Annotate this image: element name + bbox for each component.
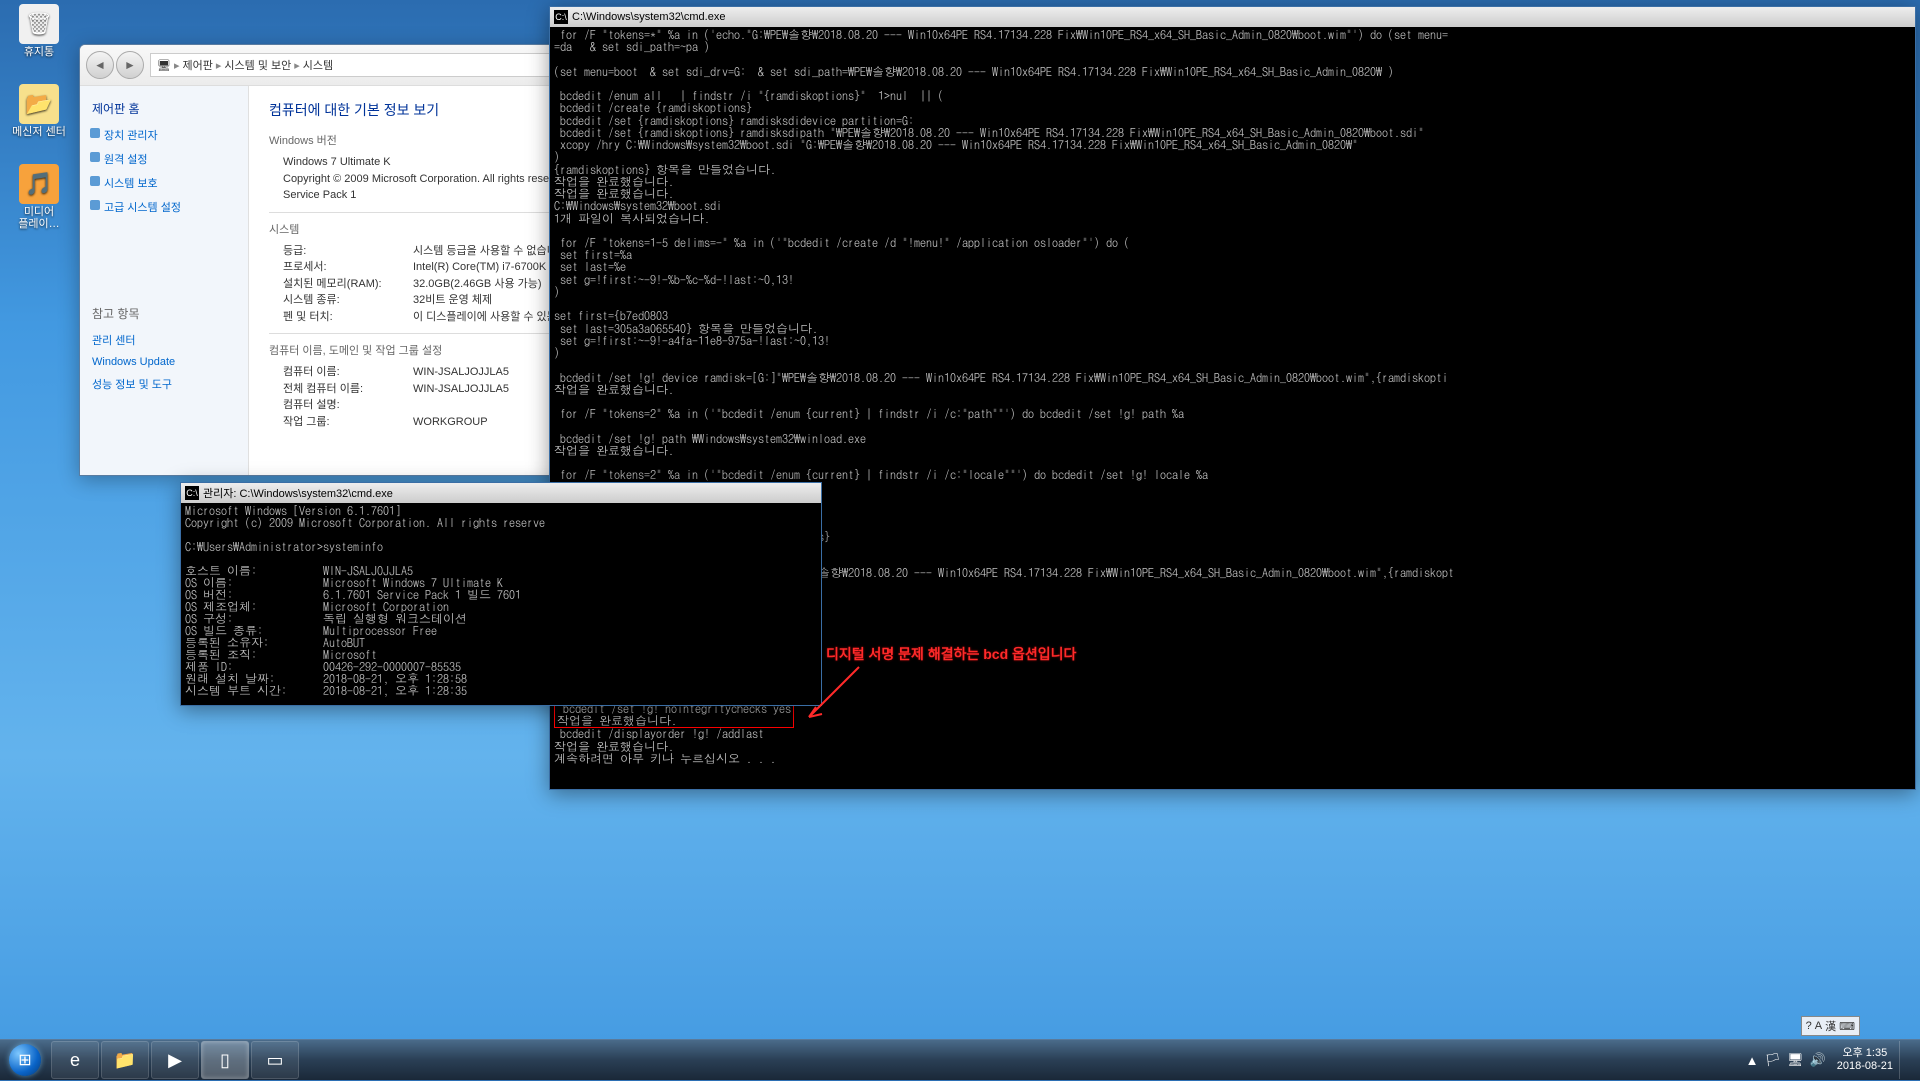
tray-show-hidden[interactable]: ▲ <box>1746 1053 1759 1068</box>
row-value: WIN-JSALJOJJLA5 <box>413 381 509 398</box>
sidebar-title: 제어판 홈 <box>84 94 244 123</box>
row-key: 컴퓨터 설명: <box>283 397 413 414</box>
row-key: 컴퓨터 이름: <box>283 364 413 381</box>
taskbar: ⊞ e📁▶▯▭ ▲ 🏳 🖥 🔊 오후 1:35 2018-08-21 <box>0 1039 1920 1080</box>
recycle-bin-icon: 🗑 <box>19 4 59 44</box>
seealso-title: 참고 항목 <box>84 299 244 328</box>
row-value: WORKGROUP <box>413 414 488 431</box>
clock-time: 오후 1:35 <box>1837 1047 1893 1060</box>
cmd-title-text: C:\Windows\system32\cmd.exe <box>572 11 725 23</box>
icon-label: 미디어 플레이… <box>18 206 59 230</box>
sidebar-link-protection[interactable]: 시스템 보호 <box>84 171 244 195</box>
ime-mode-a[interactable]: A <box>1815 1020 1822 1032</box>
seealso-action-center[interactable]: 관리 센터 <box>84 328 244 352</box>
desktop-icon-media-player[interactable]: 🎵 미디어 플레이… <box>4 164 74 240</box>
cmd-icon: C:\ <box>554 10 568 24</box>
breadcrumb-1[interactable]: 제어판 <box>183 57 213 73</box>
row-value: 32비트 운영 체제 <box>413 292 492 309</box>
show-desktop-button[interactable] <box>1899 1041 1914 1079</box>
nav-forward-button[interactable]: ► <box>116 51 144 79</box>
system-tray: ▲ 🏳 🖥 🔊 오후 1:35 2018-08-21 <box>1737 1041 1920 1079</box>
cmd-icon: C:\ <box>185 486 199 500</box>
row-key: 설치된 메모리(RAM): <box>283 276 413 293</box>
breadcrumb-icon: 🖥 <box>157 59 171 72</box>
nav-back-button[interactable]: ◄ <box>86 51 114 79</box>
taskbar-button-ie[interactable]: e <box>51 1041 99 1079</box>
clock-date: 2018-08-21 <box>1837 1060 1893 1073</box>
sidebar: 제어판 홈 장치 관리자 원격 설정 시스템 보호 고급 시스템 설정 참고 항… <box>80 86 249 476</box>
tray-flag-icon[interactable]: 🏳 <box>1765 1052 1782 1068</box>
sidebar-link-advanced[interactable]: 고급 시스템 설정 <box>84 195 244 219</box>
breadcrumb-2[interactable]: 시스템 및 보안 <box>224 57 291 73</box>
taskbar-button-cmd[interactable]: ▯ <box>201 1041 249 1079</box>
sidebar-link-device-manager[interactable]: 장치 관리자 <box>84 123 244 147</box>
ime-help[interactable]: ? <box>1806 1020 1812 1032</box>
seealso-windows-update[interactable]: Windows Update <box>84 352 244 372</box>
cmd-window-systeminfo[interactable]: C:\ 관리자: C:\Windows\system32\cmd.exe Mic… <box>180 482 822 706</box>
icon-label: 메신저 센터 <box>12 126 66 138</box>
taskbar-clock[interactable]: 오후 1:35 2018-08-21 <box>1837 1047 1893 1073</box>
row-key: 전체 컴퓨터 이름: <box>283 381 413 398</box>
ime-hanja[interactable]: 漢 <box>1825 1018 1836 1034</box>
ime-toolbar[interactable]: ? A 漢 ⌨ <box>1801 1016 1860 1036</box>
desktop-icon-action-center[interactable]: 📂 메신저 센터 <box>4 84 74 160</box>
row-key: 펜 및 터치: <box>283 309 413 326</box>
row-key: 프로세서: <box>283 259 413 276</box>
action-center-icon: 📂 <box>19 84 59 124</box>
desktop-icon-recycle-bin[interactable]: 🗑 휴지통 <box>4 4 74 80</box>
seealso-performance[interactable]: 성능 정보 및 도구 <box>84 372 244 396</box>
taskbar-button-explorer[interactable]: 📁 <box>101 1041 149 1079</box>
media-player-icon: 🎵 <box>19 164 59 204</box>
row-key: 작업 그룹: <box>283 414 413 431</box>
cmd-titlebar[interactable]: C:\ C:\Windows\system32\cmd.exe <box>550 7 1915 27</box>
breadcrumb-3[interactable]: 시스템 <box>303 57 333 73</box>
cmd-titlebar[interactable]: C:\ 관리자: C:\Windows\system32\cmd.exe <box>181 483 821 503</box>
taskbar-button-wmp[interactable]: ▶ <box>151 1041 199 1079</box>
windows-logo-icon: ⊞ <box>18 1050 31 1070</box>
start-button[interactable]: ⊞ <box>2 1042 48 1078</box>
tray-volume-icon[interactable]: 🔊 <box>1810 1052 1826 1068</box>
row-key: 시스템 종류: <box>283 292 413 309</box>
row-value: WIN-JSALJOJJLA5 <box>413 364 509 381</box>
row-value[interactable]: 시스템 등급을 사용할 수 없습니다. <box>413 243 570 260</box>
taskbar-button-window[interactable]: ▭ <box>251 1041 299 1079</box>
icon-label: 휴지통 <box>24 46 54 58</box>
row-value: 32.0GB(2.46GB 사용 가능) <box>413 276 542 293</box>
cmd-title-text: 관리자: C:\Windows\system32\cmd.exe <box>203 485 393 501</box>
row-key: 등급: <box>283 243 413 260</box>
cmd-output: Microsoft Windows [Version 6.1.7601] Cop… <box>181 503 821 699</box>
tray-display-icon[interactable]: 🖥 <box>1787 1052 1804 1068</box>
sidebar-link-remote[interactable]: 원격 설정 <box>84 147 244 171</box>
ime-keyboard-icon[interactable]: ⌨ <box>1839 1020 1855 1033</box>
